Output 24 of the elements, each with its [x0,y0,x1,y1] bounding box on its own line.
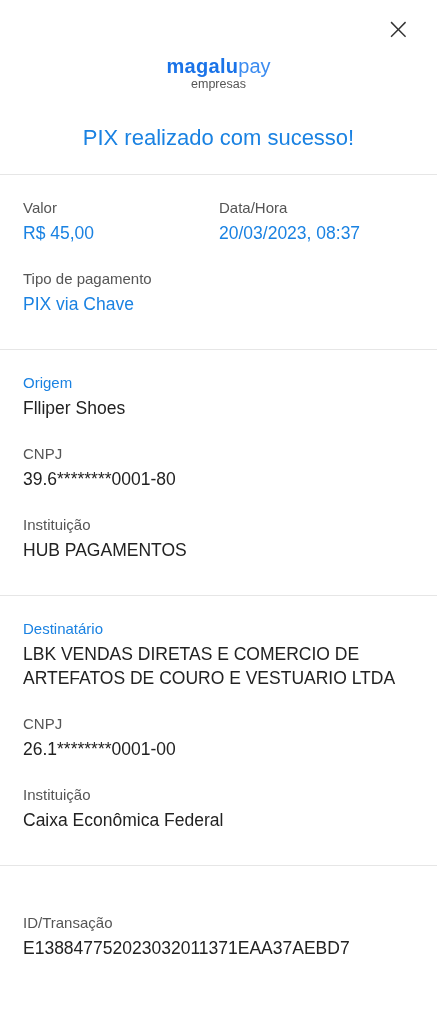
field-value: 26.1********0001-00 [23,738,177,761]
field-label: Instituição [23,515,92,535]
section-heading: Destinatário [23,619,105,639]
field-label: Instituição [23,785,92,805]
field-value: LBK VENDAS DIRETAS E COMERCIO DE ARTEFATOS DE COURO E VESTUARIO LTDA [23,643,397,690]
field-label: Valor [23,198,58,218]
field-label: CNPJ [23,444,64,464]
field-label: CNPJ [23,714,64,734]
field-value: HUB PAGAMENTOS [23,539,188,562]
logo-wordmark: magalupay [166,55,271,77]
close-button[interactable]: × [379,10,417,48]
section-heading: Origem [23,373,74,393]
field-value: R$ 45,00 [23,222,96,245]
field-value: Caixa Econômica Federal [23,809,225,832]
field-value: Flliper Shoes [23,397,127,420]
field-value: 20/03/2023, 08:37 [219,222,362,245]
field-label: Data/Hora [219,198,289,218]
success-title: PIX realizado com sucesso! [0,123,437,175]
logo-subtitle: empresas [191,77,246,91]
field-label: ID/Transação [23,913,114,933]
field-value: 39.6********0001-80 [23,468,177,491]
field-value: E138847752023032011371EAA37AEBD7 [23,937,351,960]
field-value: PIX via Chave [23,293,135,316]
field-label: Tipo de pagamento [23,269,153,289]
